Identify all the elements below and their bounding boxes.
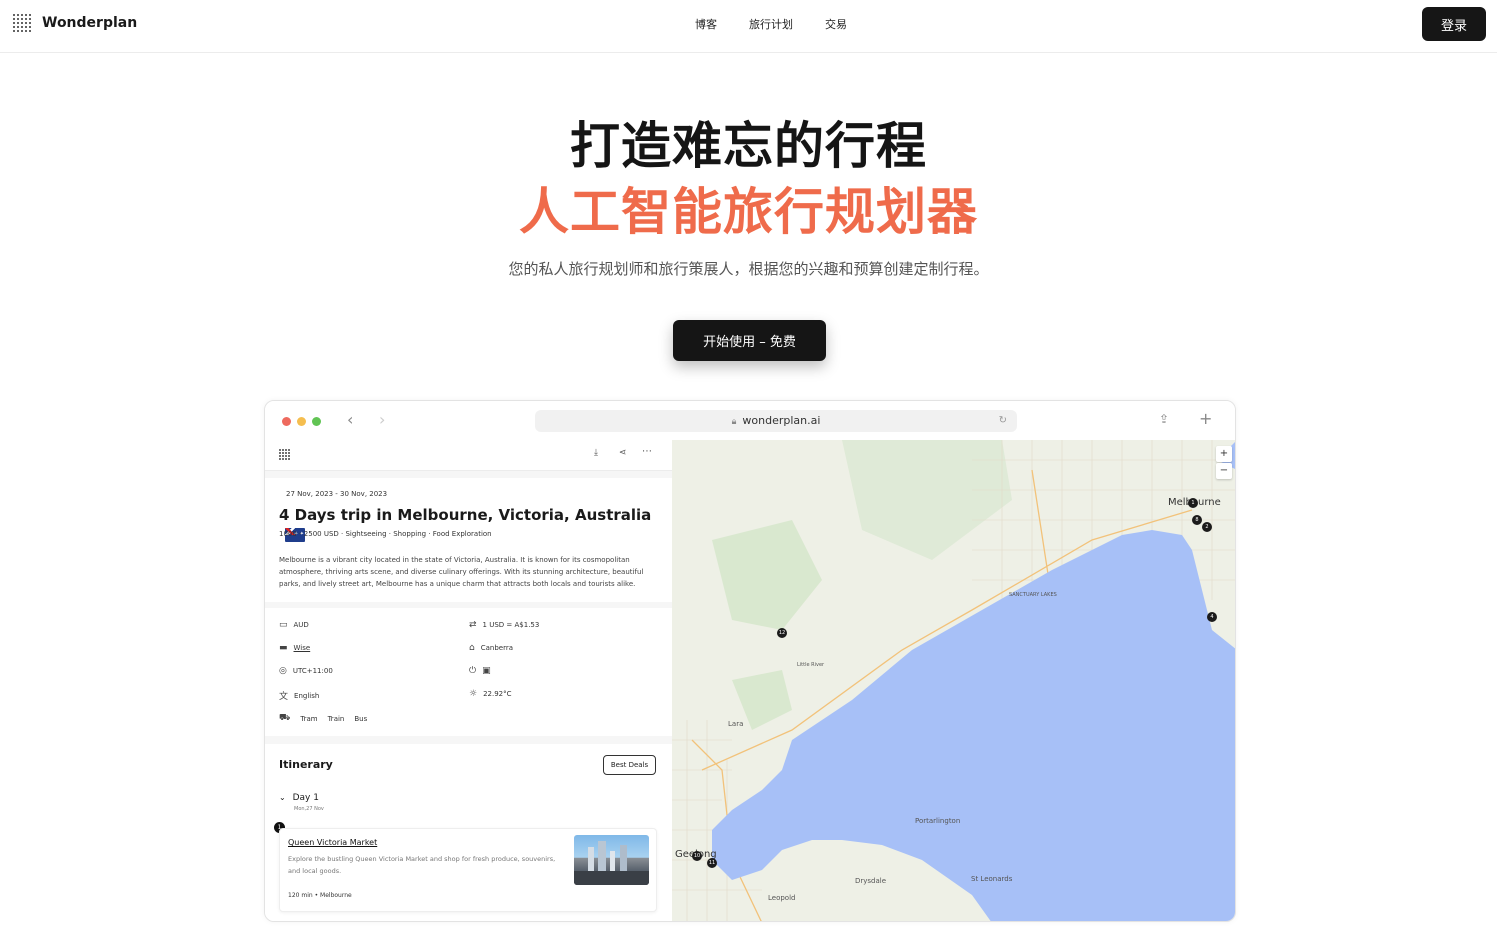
download-icon[interactable]: ⤓ [594, 448, 598, 458]
weather-info: ☼ 22.92°C [469, 689, 512, 699]
trip-summary-card: 27 Nov, 2023 - 30 Nov, 2023 4 Days trip … [265, 478, 672, 602]
day-label: Day 1 [292, 793, 319, 803]
transport-bus: Bus [354, 714, 368, 723]
destination-info-card: ▭ AUD ⇄ 1 USD = A$1.53 ▬ Wise ⌂ Canberra ◎ UT… [265, 608, 672, 736]
translate-icon: 文 [279, 692, 289, 702]
capital-info: ⌂ Canberra [469, 643, 514, 653]
plug-info: ⏻ ▣ [469, 666, 491, 676]
stop-photo [574, 835, 649, 885]
place-drysdale: Drysdale [855, 877, 887, 885]
trip-panel: ⤓ ⋖ ⋯ 27 Nov, 2023 - 30 Nov, 2023 4 Days… [265, 440, 672, 921]
map-pin[interactable]: 12 [777, 628, 787, 638]
stop-card[interactable]: Queen Victoria Market Explore the bustli… [279, 828, 657, 912]
building-icon: ⌂ [469, 643, 475, 653]
share-icon: ⇪ [1159, 412, 1170, 426]
place-portarlington: Portarlington [915, 817, 961, 825]
map-canvas [672, 440, 1235, 921]
hero-heading-accent: 人工智能旅行规划器 [519, 183, 978, 241]
timezone-info: ◎ UTC+11:00 [279, 666, 333, 676]
language-info: 文 English [279, 689, 319, 703]
back-icon: ‹ [347, 410, 354, 429]
map-pin[interactable]: 11 [707, 858, 717, 868]
exchange-rate-info: ⇄ 1 USD = A$1.53 [469, 620, 540, 630]
globe-icon: ◎ [279, 666, 287, 676]
place-little-river: Little River [797, 662, 825, 668]
trip-description: Melbourne is a vibrant city located in t… [279, 556, 644, 588]
browser-mockup: ‹ › 🔒︎ wonderplan.ai ↻ ⇪ + ⤓ ⋖ ⋯ 27 Nov, … [264, 400, 1236, 922]
trip-title: 4 Days trip in Melbourne, Victoria, Aust… [279, 506, 652, 524]
new-tab-icon: + [1199, 409, 1213, 428]
day-date: Mon,27 Nov [294, 806, 324, 812]
url-bar: 🔒︎ wonderplan.ai ↻ [535, 410, 1017, 432]
lock-icon: 🔒︎ [731, 417, 737, 427]
day-toggle[interactable]: ⌄ Day 1 [279, 793, 319, 803]
minimize-dot-icon [297, 417, 306, 426]
plug-icon: ⏻ [469, 666, 477, 676]
get-started-button[interactable]: 开始使用 – 免费 [673, 320, 826, 361]
map-pin[interactable]: 4 [1207, 612, 1217, 622]
stop-description: Explore the bustling Queen Victoria Mark… [288, 855, 556, 875]
maximize-dot-icon [312, 417, 321, 426]
socket-icon: ▣ [482, 666, 491, 676]
reload-icon: ↻ [998, 415, 1007, 426]
stop-meta: 120 min • Melbourne [288, 892, 352, 899]
currency-info: ▭ AUD [279, 620, 309, 630]
more-icon[interactable]: ⋯ [642, 446, 652, 457]
trip-tags: 1000 - 2500 USD · Sightseeing · Shopping… [279, 530, 492, 538]
map-view[interactable]: + − Melbourne Lara Little River Geelong … [672, 440, 1235, 921]
itinerary-heading: Itinerary [279, 758, 333, 771]
map-pin[interactable]: 1 [1188, 498, 1198, 508]
transport-train: Train [327, 714, 345, 723]
nav-links: 博客 旅行计划 交易 [695, 16, 847, 32]
car-icon: ⛟ [279, 713, 291, 723]
brand-logo[interactable]: Wonderplan [12, 13, 137, 33]
close-dot-icon [282, 417, 291, 426]
map-pin[interactable]: 8 [1192, 515, 1202, 525]
url-text: wonderplan.ai [742, 414, 821, 427]
trip-dates: 27 Nov, 2023 - 30 Nov, 2023 [286, 490, 388, 498]
weather-icon: ☼ [469, 689, 478, 699]
hero-heading: 打造难忘的行程 [570, 117, 927, 175]
top-navbar: Wonderplan 博客 旅行计划 交易 登录 [0, 0, 1497, 53]
hero-subtitle: 您的私人旅行规划师和旅行策展人，根据您的兴趣和预算创建定制行程。 [508, 260, 989, 278]
zoom-out-button[interactable]: − [1216, 463, 1232, 479]
place-lara: Lara [728, 720, 744, 728]
payment-info[interactable]: ▬ Wise [279, 643, 310, 653]
exchange-icon: ⇄ [469, 620, 477, 630]
stop-name[interactable]: Queen Victoria Market [288, 838, 377, 847]
place-leopold: Leopold [768, 894, 796, 902]
brand-name: Wonderplan [42, 15, 138, 31]
money-icon: ▭ [279, 620, 288, 630]
itinerary-card: Itinerary Best Deals ⌄ Day 1 Mon,27 Nov … [265, 744, 672, 921]
map-pin[interactable]: 2 [1202, 522, 1212, 532]
map-pin[interactable]: 10 [692, 851, 702, 861]
place-st-leonards: St Leonards [971, 875, 1013, 883]
nav-link-deals[interactable]: 交易 [825, 16, 847, 32]
transport-tram: Tram [300, 714, 318, 723]
app-logo-icon [279, 449, 291, 461]
nav-link-plans[interactable]: 旅行计划 [749, 16, 793, 32]
share-icon[interactable]: ⋖ [619, 448, 627, 458]
forward-icon: › [379, 410, 386, 429]
transport-info: ⛟ Tram Train Bus [279, 713, 367, 724]
best-deals-button[interactable]: Best Deals [603, 755, 656, 775]
browser-chrome: ‹ › 🔒︎ wonderplan.ai ↻ ⇪ + [265, 401, 1235, 440]
panel-toolbar: ⤓ ⋖ ⋯ [265, 440, 672, 471]
place-sanctuary-lakes: SANCTUARY LAKES [1009, 592, 1057, 598]
card-icon: ▬ [279, 643, 288, 653]
logo-dots-icon [12, 13, 32, 33]
nav-link-blog[interactable]: 博客 [695, 16, 717, 32]
chevron-down-icon: ⌄ [279, 793, 286, 802]
login-button[interactable]: 登录 [1422, 7, 1486, 41]
zoom-in-button[interactable]: + [1216, 446, 1232, 462]
